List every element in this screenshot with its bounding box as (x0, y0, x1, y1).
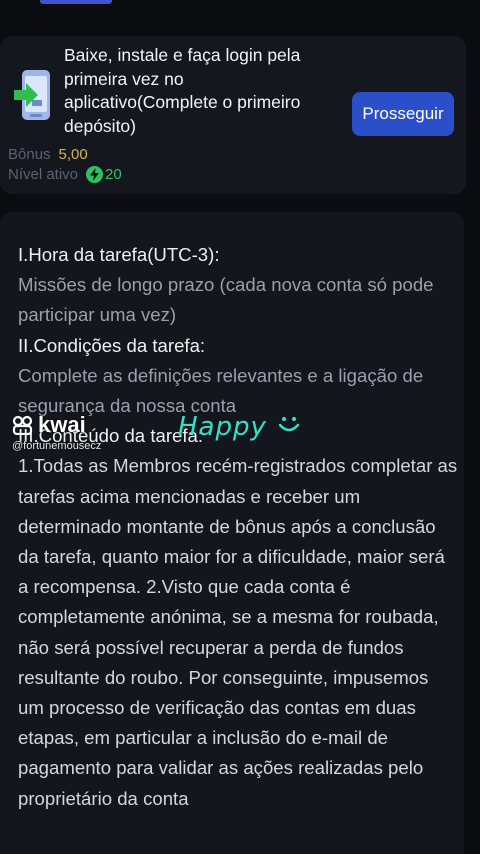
section-heading-conditions: II.Condições da tarefa: (18, 334, 206, 356)
kwai-handle: @fortunemousecz (12, 440, 102, 452)
section-text-content: 1.Todas as Membros recém-registrados com… (18, 455, 458, 809)
section-text-time: Missões de longo prazo (cada nova conta … (18, 274, 434, 326)
section-heading-time: I.Hora da tarefa(UTC-3): (18, 244, 220, 265)
active-tab-indicator (40, 0, 112, 4)
happy-sticker-text: Happy (178, 412, 267, 442)
kwai-watermark: kwai (12, 412, 86, 438)
task-card: Baixe, instale e faça login pela primeir… (0, 36, 466, 194)
happy-sticker: Happy (178, 412, 302, 442)
bonus-value: 5,00 (58, 146, 88, 163)
task-info-panel: I.Hora da tarefa(UTC-3): Missões de long… (0, 212, 464, 854)
phone-download-icon (12, 68, 56, 124)
smiley-icon (278, 417, 300, 432)
level-row: Nível ativo 20 (8, 166, 122, 183)
task-description: Baixe, instale e faça login pela primeir… (64, 45, 301, 136)
proceed-button[interactable]: Prosseguir (352, 92, 454, 136)
lightning-icon (86, 166, 104, 183)
bonus-label: Bônus (8, 146, 51, 163)
bonus-row: Bônus 5,00 (8, 146, 88, 163)
level-label: Nível ativo (8, 166, 79, 183)
kwai-logo-icon (12, 415, 33, 435)
level-value: 20 (105, 166, 122, 183)
kwai-logo-text: kwai (38, 412, 86, 437)
